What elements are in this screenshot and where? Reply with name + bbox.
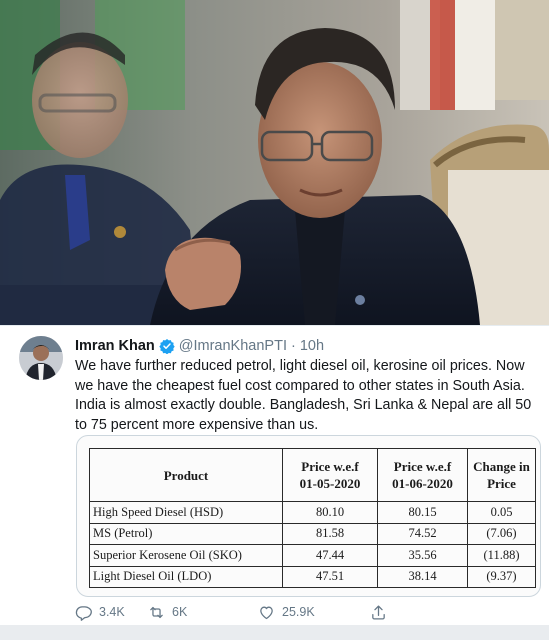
cell-product: High Speed Diesel (HSD) <box>89 501 283 524</box>
header-change-line2: Price <box>487 476 516 492</box>
cell-product: MS (Petrol) <box>89 522 283 546</box>
avatar[interactable] <box>19 336 63 380</box>
cell-price-old: 47.44 <box>282 544 378 567</box>
table-row: MS (Petrol) 81.58 74.52 (7.06) <box>89 522 536 546</box>
cell-price-old: 47.51 <box>282 565 378 588</box>
header-price-old-label: Price w.e.f <box>301 459 359 475</box>
cell-price-new: 38.14 <box>377 565 468 588</box>
heart-icon <box>260 606 273 619</box>
header-price-new: Price w.e.f 01-06-2020 <box>377 447 468 503</box>
header-price-new-label: Price w.e.f <box>393 459 452 475</box>
like-button[interactable]: 25.9K <box>258 604 370 621</box>
header-price-old: Price w.e.f 01-05-2020 <box>282 447 378 503</box>
header-change-line1: Change in <box>473 459 530 475</box>
bottom-divider <box>0 625 549 640</box>
share-button[interactable] <box>370 604 410 621</box>
header-product: Product <box>89 447 283 503</box>
cell-change: (7.06) <box>467 522 536 546</box>
header-price-new-date: 01-06-2020 <box>392 476 453 492</box>
tweet-timestamp[interactable]: 10h <box>300 337 324 355</box>
reply-count: 3.4K <box>99 605 125 619</box>
like-count: 25.9K <box>282 605 315 619</box>
cell-price-old: 81.58 <box>282 522 378 546</box>
header-price-old-date: 01-05-2020 <box>299 476 361 492</box>
tweet-header: Imran Khan @ImranKhanPTI · 10h <box>75 337 324 355</box>
cell-price-new: 80.15 <box>377 501 468 524</box>
cell-price-old: 80.10 <box>282 501 378 524</box>
retweet-icon <box>150 606 163 618</box>
cell-change: (9.37) <box>467 565 536 588</box>
tweet-attached-image[interactable]: Product Price w.e.f 01-05-2020 Price w.e… <box>76 435 541 597</box>
speaker-photo-illustration <box>0 0 549 325</box>
cell-change: 0.05 <box>467 501 536 524</box>
table-row: Light Diesel Oil (LDO) 47.51 38.14 (9.37… <box>89 565 536 588</box>
author-handle[interactable]: @ImranKhanPTI <box>179 337 287 355</box>
retweet-count: 6K <box>172 605 188 619</box>
retweet-button[interactable]: 6K <box>148 604 258 621</box>
tweet-card[interactable]: Imran Khan @ImranKhanPTI · 10h We have f… <box>0 325 549 625</box>
header-change: Change in Price <box>467 447 536 503</box>
cell-product: Superior Kerosene Oil (SKO) <box>89 544 283 567</box>
cell-product: Light Diesel Oil (LDO) <box>89 565 283 588</box>
tweet-photo[interactable] <box>0 0 549 325</box>
table-row: Superior Kerosene Oil (SKO) 47.44 35.56 … <box>89 544 536 567</box>
author-name[interactable]: Imran Khan <box>75 337 155 355</box>
avatar-image <box>19 336 63 380</box>
fuel-price-table: Product Price w.e.f 01-05-2020 Price w.e… <box>89 447 536 588</box>
table-header-row: Product Price w.e.f 01-05-2020 Price w.e… <box>89 447 536 503</box>
tweet-action-bar: 3.4K 6K 25.9K <box>75 602 495 622</box>
cell-price-new: 74.52 <box>377 522 468 546</box>
share-icon <box>372 604 385 620</box>
cell-change: (11.88) <box>467 544 536 567</box>
header-separator: · <box>290 338 296 354</box>
verified-badge-icon <box>159 338 175 355</box>
reply-button[interactable]: 3.4K <box>75 604 148 621</box>
table-row: High Speed Diesel (HSD) 80.10 80.15 0.05 <box>89 501 536 524</box>
tweet-text: We have further reduced petrol, light di… <box>75 358 532 433</box>
reply-icon <box>75 605 92 621</box>
cell-price-new: 35.56 <box>377 544 468 567</box>
